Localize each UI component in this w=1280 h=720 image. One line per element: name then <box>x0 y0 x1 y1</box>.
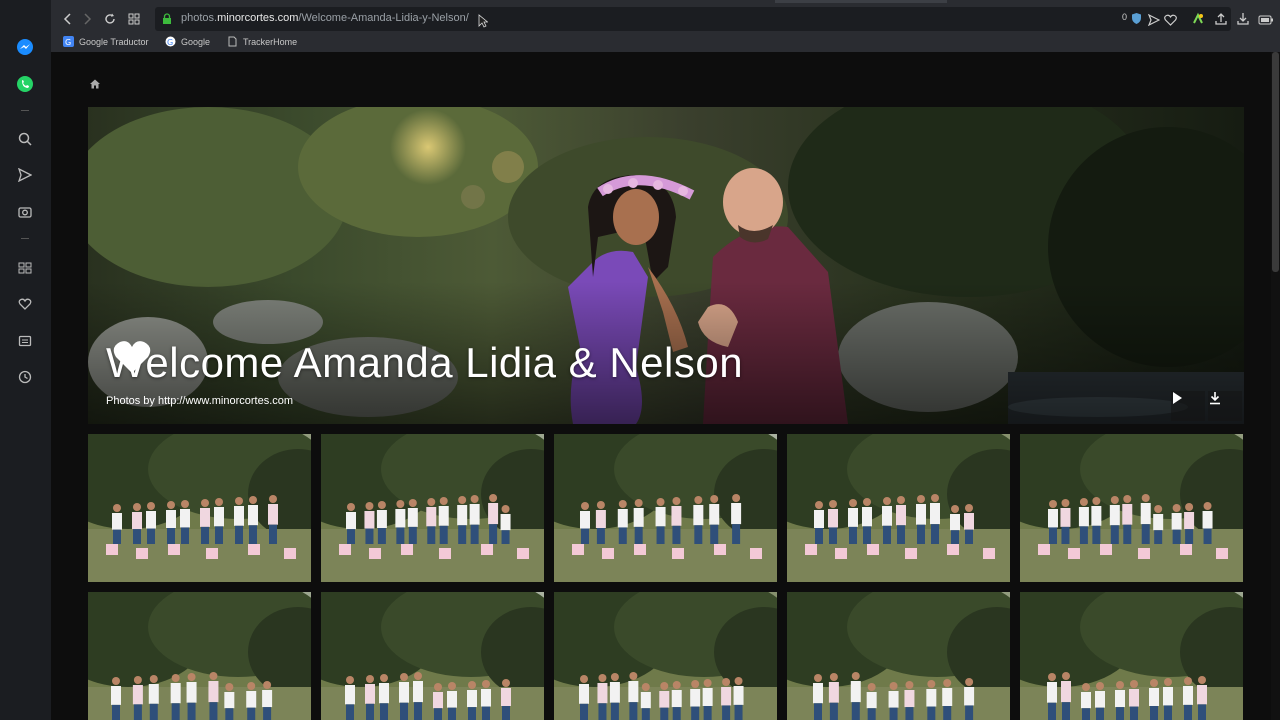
photo-thumbnail[interactable] <box>1020 592 1243 720</box>
url-text: photos.minorcortes.com/Welcome-Amanda-Li… <box>181 12 469 24</box>
photo-image <box>88 434 311 582</box>
photo-image <box>787 592 1010 720</box>
whatsapp-icon[interactable] <box>14 73 36 95</box>
photo-image <box>1020 434 1243 582</box>
adblock-count: 0 <box>1122 12 1128 22</box>
photo-image <box>321 434 544 582</box>
reload-icon[interactable] <box>103 12 117 26</box>
page-icon <box>227 36 238 47</box>
sidebar-divider <box>21 110 29 111</box>
bookmark-google-traductor[interactable]: G Google Traductor <box>63 36 149 47</box>
svg-text:G: G <box>65 38 71 47</box>
page-scrollbar[interactable] <box>1271 52 1280 720</box>
download-all-button[interactable] <box>1208 391 1242 421</box>
send-icon[interactable] <box>14 164 36 186</box>
shield-icon[interactable] <box>1131 12 1142 25</box>
speed-dial-icon[interactable] <box>14 257 36 279</box>
svg-text:G: G <box>167 38 173 47</box>
photo-image <box>554 434 777 582</box>
play-icon <box>1173 392 1182 404</box>
photo-image <box>321 592 544 720</box>
battery-icon[interactable] <box>1258 13 1274 25</box>
cover-photo[interactable]: Welcome Amanda Lidia & Nelson Photos by … <box>88 107 1244 424</box>
scrollbar-thumb[interactable] <box>1272 52 1279 272</box>
bookmark-heart-icon[interactable] <box>1164 13 1177 26</box>
back-icon[interactable] <box>61 12 75 26</box>
browser-sidebar <box>0 0 51 720</box>
messenger-icon[interactable] <box>14 36 36 58</box>
address-row: photos.minorcortes.com/Welcome-Amanda-Li… <box>51 7 1280 32</box>
photo-image <box>1020 592 1243 720</box>
download-icon <box>1210 392 1220 405</box>
download-icon[interactable] <box>1236 12 1250 26</box>
gallery-subtitle: Photos by http://www.minorcortes.com <box>106 395 294 407</box>
snapshot-send-icon[interactable] <box>1147 13 1161 27</box>
google-icon: G <box>165 36 176 47</box>
forward-icon[interactable] <box>80 12 94 26</box>
home-icon[interactable] <box>89 77 101 89</box>
address-bar[interactable]: photos.minorcortes.com/Welcome-Amanda-Li… <box>155 7 1231 31</box>
photo-thumbnail[interactable] <box>1020 434 1243 582</box>
photo-image <box>88 592 311 720</box>
bookmark-google[interactable]: G Google <box>165 36 210 47</box>
sidebar-divider <box>21 238 29 239</box>
share-icon[interactable] <box>1214 12 1228 26</box>
lock-icon <box>163 13 171 24</box>
heart-icon <box>113 341 151 373</box>
history-icon[interactable] <box>14 366 36 388</box>
photo-thumbnail[interactable] <box>321 592 544 720</box>
tab-indicator <box>775 0 947 3</box>
tabs-grid-icon[interactable] <box>127 12 141 26</box>
translate-icon: G <box>63 36 74 47</box>
browser-chrome: photos.minorcortes.com/Welcome-Amanda-Li… <box>51 0 1280 52</box>
bookmark-trackerhome[interactable]: TrackerHome <box>227 36 297 47</box>
bookmarks-bar: G Google Traductor G Google TrackerHome <box>51 33 1280 51</box>
photo-thumbnail[interactable] <box>554 434 777 582</box>
photo-thumbnail[interactable] <box>787 592 1010 720</box>
photo-image <box>554 592 777 720</box>
heart-icon[interactable] <box>14 293 36 315</box>
slideshow-button[interactable] <box>1171 391 1205 421</box>
photo-thumbnail[interactable] <box>554 592 777 720</box>
camera-icon[interactable] <box>14 201 36 223</box>
photo-thumbnail[interactable] <box>787 434 1010 582</box>
extension-icon[interactable] <box>1191 12 1205 26</box>
gallery-title: Welcome Amanda Lidia & Nelson <box>106 339 744 386</box>
photo-thumbnail[interactable] <box>88 592 311 720</box>
search-icon[interactable] <box>14 128 36 150</box>
photo-image <box>787 434 1010 582</box>
gallery-page: Welcome Amanda Lidia & Nelson Photos by … <box>51 52 1271 720</box>
photo-thumbnail[interactable] <box>321 434 544 582</box>
news-icon[interactable] <box>14 330 36 352</box>
mouse-cursor-icon <box>478 14 489 28</box>
photo-thumbnail[interactable] <box>88 434 311 582</box>
